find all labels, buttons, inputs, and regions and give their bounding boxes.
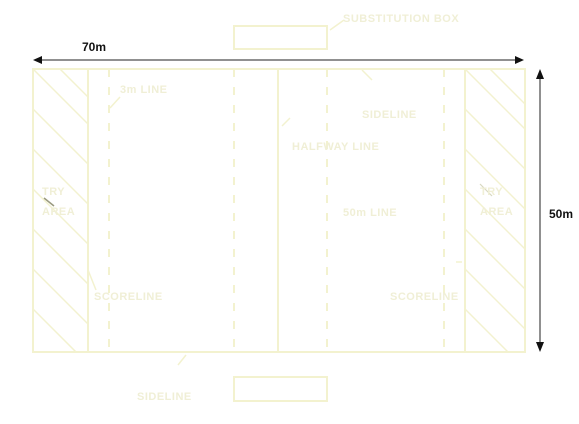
substitution-box-label: SUBSTITUTION BOX (343, 13, 459, 25)
height-label: 50m (549, 207, 573, 221)
width-dimension-arrow (33, 56, 524, 64)
try-area-right-label: TRY AREA (480, 186, 513, 218)
scoreline-left-label: SCORELINE (94, 291, 163, 303)
label-leaders (87, 19, 462, 366)
line-50m-label: 50m LINE (343, 207, 397, 219)
try-area-right-hatch (465, 69, 525, 352)
scoreline-right-label: SCORELINE (390, 291, 459, 303)
substitution-box-top (233, 25, 328, 50)
sideline-top-label: SIDELINE (362, 109, 417, 121)
halfway-line-label: HALFWAY LINE (292, 141, 379, 153)
width-label: 70m (82, 40, 106, 54)
line-3m-label: 3m LINE (120, 84, 168, 96)
substitution-box-bottom (233, 376, 328, 402)
sideline-bottom-label: SIDELINE (137, 391, 192, 403)
height-dimension-arrow (536, 69, 544, 352)
pitch-diagram: 70m 50m SUBSTITUTION BOX 3m LINE SIDELIN… (32, 13, 573, 403)
